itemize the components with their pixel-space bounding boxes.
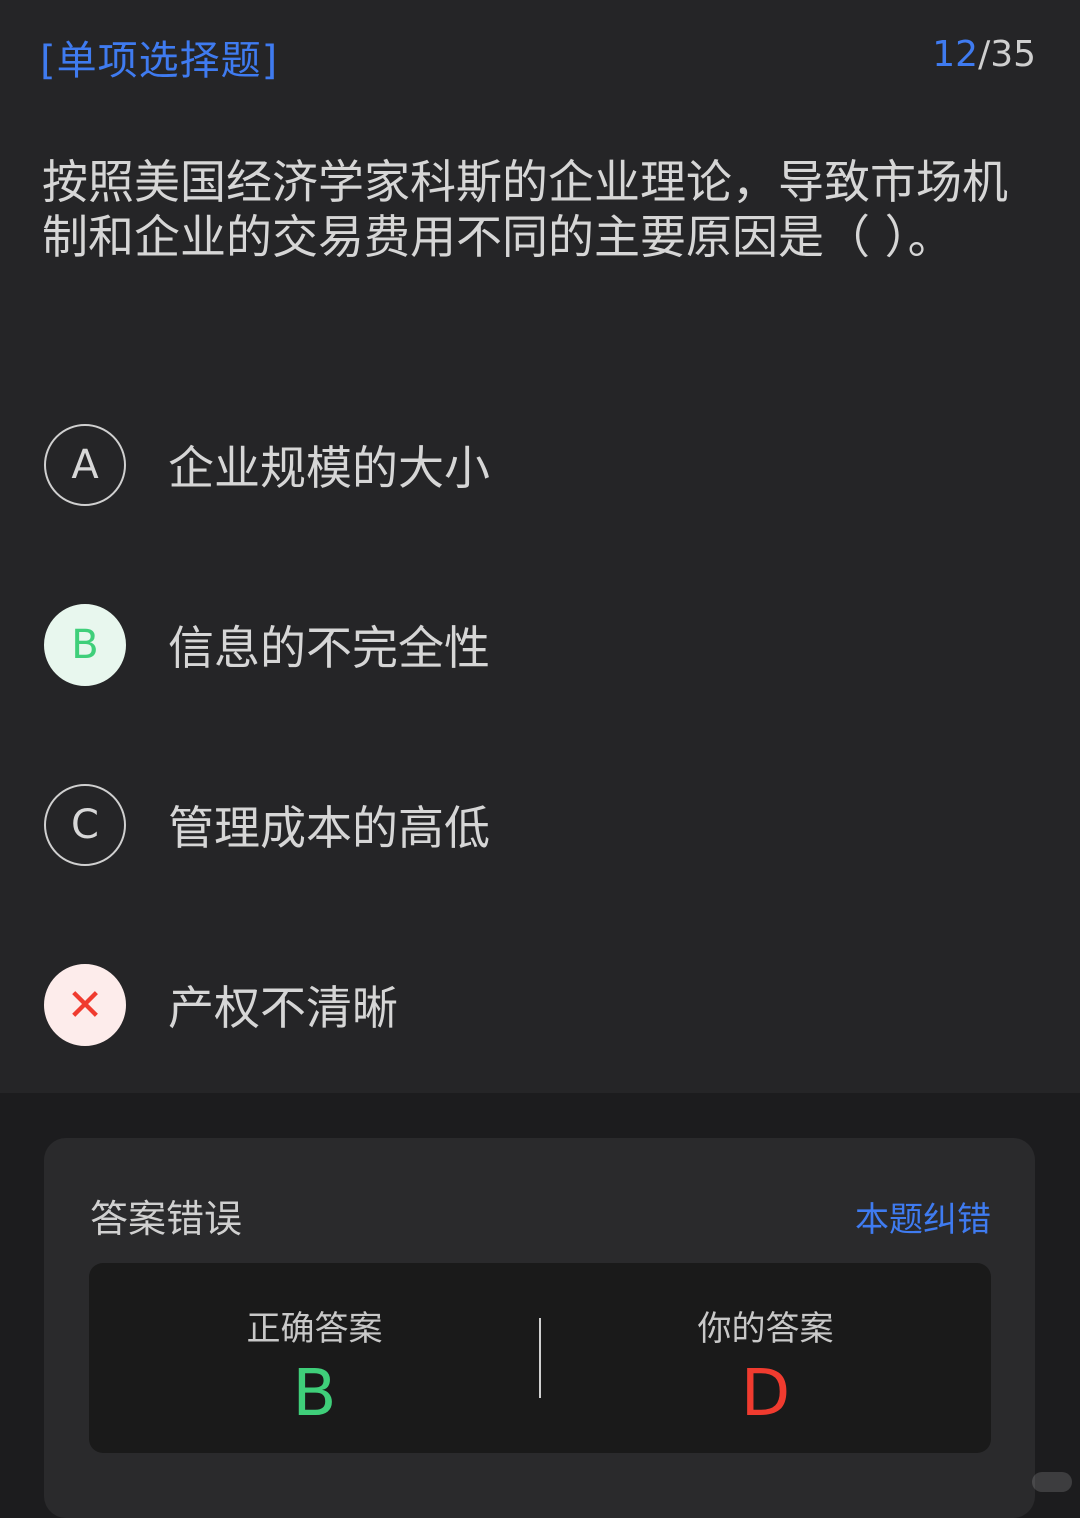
question-text: 按照美国经济学家科斯的企业理论，导致市场机制和企业的交易费用不同的主要原因是（ … xyxy=(42,155,1008,264)
watermark-logo xyxy=(1032,1472,1072,1492)
option-a[interactable]: A 企业规模的大小 xyxy=(44,422,1034,508)
option-a-letter: A xyxy=(44,424,126,506)
answer-comparison: 正确答案 B 你的答案 D xyxy=(89,1263,991,1453)
option-a-text: 企业规模的大小 xyxy=(168,441,490,495)
result-title: 答案错误 xyxy=(90,1197,243,1241)
question-area: [单项选择题] 12/35 按照美国经济学家科斯的企业理论，导致市场机制和企业的… xyxy=(0,0,1080,1093)
your-answer-block: 你的答案 D xyxy=(540,1263,991,1453)
option-b-letter: B xyxy=(44,604,126,686)
report-error-link[interactable]: 本题纠错 xyxy=(855,1192,991,1241)
option-b-text: 信息的不完全性 xyxy=(168,621,490,675)
correct-answer-label: 正确答案 xyxy=(246,1309,383,1349)
option-d[interactable]: ✕ 产权不清晰 xyxy=(44,962,1034,1048)
option-c[interactable]: C 管理成本的高低 xyxy=(44,782,1034,868)
correct-answer-value: B xyxy=(292,1357,337,1431)
your-answer-value: D xyxy=(740,1357,791,1431)
option-d-text: 产权不清晰 xyxy=(168,981,398,1035)
option-b[interactable]: B 信息的不完全性 xyxy=(44,602,1034,688)
question-counter: 12/35 xyxy=(932,34,1036,75)
your-answer-label: 你的答案 xyxy=(697,1309,834,1349)
question-type-label: [单项选择题] xyxy=(40,38,279,84)
total-questions: /35 xyxy=(978,34,1036,75)
result-panel: 答案错误 本题纠错 正确答案 B 你的答案 D xyxy=(44,1138,1035,1518)
current-question-number: 12 xyxy=(932,34,979,75)
option-c-text: 管理成本的高低 xyxy=(168,801,490,855)
wrong-x-icon: ✕ xyxy=(44,964,126,1046)
option-c-letter: C xyxy=(44,784,126,866)
correct-answer-block: 正确答案 B xyxy=(89,1263,540,1453)
